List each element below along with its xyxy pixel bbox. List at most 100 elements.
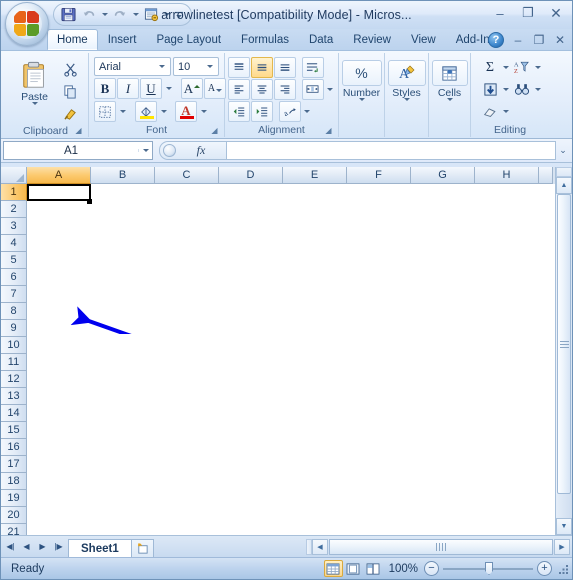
- clear-button[interactable]: [479, 101, 501, 122]
- format-painter-button[interactable]: [60, 103, 82, 124]
- underline-button[interactable]: U: [140, 78, 162, 99]
- doc-close-button[interactable]: ✕: [550, 31, 570, 49]
- tab-data[interactable]: Data: [299, 29, 343, 50]
- row-header-6[interactable]: 6: [1, 269, 27, 286]
- last-sheet-button[interactable]: |▶: [52, 540, 65, 554]
- find-select-dropdown-arrow[interactable]: [533, 79, 543, 100]
- scroll-up-button[interactable]: ▲: [556, 177, 572, 194]
- number-dropdown-arrow[interactable]: [358, 98, 365, 101]
- bold-button[interactable]: B: [94, 78, 116, 99]
- styles-button[interactable]: A Styles: [384, 57, 430, 102]
- merge-center-button[interactable]: [301, 79, 324, 100]
- wrap-text-button[interactable]: [301, 57, 324, 78]
- orientation-button[interactable]: a: [278, 101, 301, 122]
- column-header-d[interactable]: D: [219, 167, 283, 184]
- align-right-button[interactable]: [273, 79, 296, 100]
- redo-button[interactable]: [110, 5, 130, 24]
- undo-button[interactable]: [79, 5, 99, 24]
- cells-dropdown-arrow[interactable]: [446, 98, 453, 101]
- row-header-18[interactable]: 18: [1, 473, 27, 490]
- tab-insert[interactable]: Insert: [98, 29, 147, 50]
- name-box-dropdown-arrow[interactable]: [138, 149, 152, 152]
- clipboard-dialog-launcher[interactable]: ◢: [73, 125, 84, 136]
- prev-sheet-button[interactable]: ◀: [20, 540, 33, 554]
- cut-button[interactable]: [60, 59, 82, 80]
- font-dialog-launcher[interactable]: ◢: [209, 125, 220, 136]
- copy-button[interactable]: [60, 81, 82, 102]
- fill-color-dropdown-arrow[interactable]: [158, 101, 169, 122]
- scroll-left-button[interactable]: ◀: [312, 538, 328, 555]
- column-header-e[interactable]: E: [283, 167, 347, 184]
- paste-dropdown-arrow[interactable]: [31, 102, 38, 105]
- row-header-10[interactable]: 10: [1, 337, 27, 354]
- doc-restore-button[interactable]: ❐: [529, 31, 549, 49]
- doc-minimize-button[interactable]: –: [508, 31, 528, 49]
- scroll-down-button[interactable]: ▼: [556, 518, 572, 535]
- vertical-scrollbar[interactable]: ▲ ▼: [555, 167, 572, 535]
- font-color-button[interactable]: A: [175, 101, 197, 122]
- font-name-dropdown-arrow[interactable]: [156, 65, 168, 68]
- next-sheet-button[interactable]: ▶: [36, 540, 49, 554]
- undo-dropdown-arrow[interactable]: [100, 5, 109, 24]
- print-preview-button[interactable]: [141, 5, 161, 24]
- office-orb-button[interactable]: [5, 2, 49, 46]
- italic-button[interactable]: I: [117, 78, 139, 99]
- row-header-17[interactable]: 17: [1, 456, 27, 473]
- zoom-out-button[interactable]: −: [424, 561, 439, 576]
- zoom-slider-thumb[interactable]: [485, 562, 493, 575]
- insert-function-icon[interactable]: fx: [176, 143, 226, 158]
- paste-button[interactable]: Paste: [12, 57, 58, 106]
- close-button[interactable]: ✕: [543, 3, 569, 23]
- vertical-split-handle[interactable]: [556, 167, 572, 177]
- column-header-b[interactable]: B: [91, 167, 155, 184]
- tab-review[interactable]: Review: [343, 29, 401, 50]
- sort-filter-button[interactable]: A Z: [511, 57, 533, 78]
- align-center-button[interactable]: [250, 79, 273, 100]
- column-header-h[interactable]: H: [475, 167, 539, 184]
- find-select-button[interactable]: [511, 79, 533, 100]
- decrease-indent-button[interactable]: [227, 101, 250, 122]
- row-header-7[interactable]: 7: [1, 286, 27, 303]
- sheet-tab-sheet1[interactable]: Sheet1: [68, 538, 132, 558]
- expand-formula-bar-button[interactable]: ⌄: [556, 141, 570, 160]
- horizontal-scroll-thumb[interactable]: [329, 538, 553, 555]
- fill-button[interactable]: [479, 79, 501, 100]
- autosum-dropdown-arrow[interactable]: [501, 57, 511, 78]
- window-resize-grip[interactable]: [556, 562, 570, 576]
- view-normal-button[interactable]: [323, 560, 343, 577]
- name-box[interactable]: A1: [3, 141, 153, 160]
- row-header-11[interactable]: 11: [1, 354, 27, 371]
- font-size-combo[interactable]: 10: [173, 57, 219, 76]
- scroll-right-button[interactable]: ▶: [554, 538, 570, 555]
- view-page-break-button[interactable]: [364, 560, 383, 577]
- shrink-font-button[interactable]: A: [204, 78, 226, 99]
- print-dropdown-arrow[interactable]: [162, 5, 171, 24]
- row-header-9[interactable]: 9: [1, 320, 27, 337]
- column-header-c[interactable]: C: [155, 167, 219, 184]
- font-color-dropdown-arrow[interactable]: [198, 101, 209, 122]
- number-format-button[interactable]: % Number: [339, 57, 385, 102]
- grow-font-button[interactable]: A: [181, 78, 203, 99]
- minimize-button[interactable]: –: [487, 3, 513, 23]
- row-header-4[interactable]: 4: [1, 235, 27, 252]
- column-header-g[interactable]: G: [411, 167, 475, 184]
- font-size-dropdown-arrow[interactable]: [204, 65, 216, 68]
- vertical-scroll-track[interactable]: [556, 494, 572, 518]
- styles-dropdown-arrow[interactable]: [403, 98, 410, 101]
- cell-grid[interactable]: [27, 184, 555, 535]
- help-icon[interactable]: ?: [488, 32, 504, 48]
- row-header-20[interactable]: 20: [1, 507, 27, 524]
- bottom-align-button[interactable]: [273, 57, 296, 78]
- zoom-slider-track[interactable]: [443, 561, 533, 576]
- align-left-button[interactable]: [227, 79, 250, 100]
- column-header-partial[interactable]: [539, 167, 553, 184]
- orientation-dropdown-arrow[interactable]: [302, 101, 313, 122]
- tab-home[interactable]: Home: [47, 29, 98, 50]
- row-header-12[interactable]: 12: [1, 371, 27, 388]
- customize-qat-button[interactable]: [172, 10, 185, 20]
- cells-button[interactable]: Cells: [427, 57, 473, 102]
- middle-align-button[interactable]: [250, 57, 273, 78]
- increase-indent-button[interactable]: [250, 101, 273, 122]
- column-header-f[interactable]: F: [347, 167, 411, 184]
- tab-formulas[interactable]: Formulas: [231, 29, 299, 50]
